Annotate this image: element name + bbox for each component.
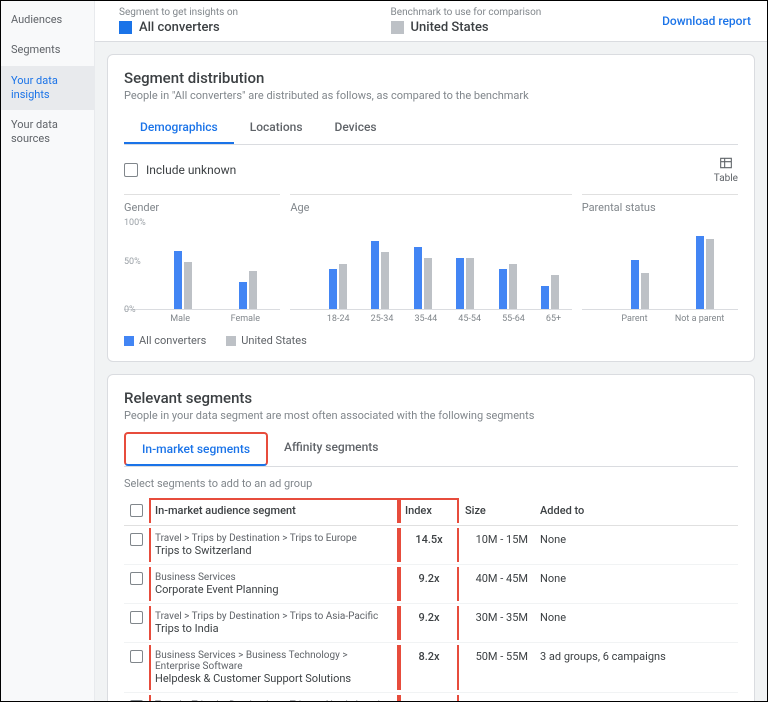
row-checkbox[interactable] bbox=[130, 572, 143, 585]
tab-in-market[interactable]: In-market segments bbox=[124, 432, 268, 466]
bar bbox=[641, 273, 649, 309]
sidebar: Audiences Segments Your data insights Yo… bbox=[1, 1, 95, 701]
bar bbox=[631, 260, 639, 309]
row-checkbox[interactable] bbox=[130, 611, 143, 624]
sidebar-item-sources[interactable]: Your data sources bbox=[1, 110, 94, 155]
bar bbox=[696, 236, 704, 309]
tab-affinity[interactable]: Affinity segments bbox=[268, 432, 394, 466]
bar bbox=[499, 269, 507, 309]
distribution-subtitle: People in "All converters" are distribut… bbox=[124, 89, 738, 102]
distribution-tabs: Demographics Locations Devices bbox=[124, 112, 738, 145]
bar bbox=[339, 264, 347, 309]
row-checkbox[interactable] bbox=[130, 533, 143, 546]
chart-parental-status: Parental statusParentNot a parent bbox=[582, 194, 738, 324]
benchmark-swatch bbox=[391, 21, 404, 34]
bar bbox=[509, 264, 517, 309]
bar bbox=[174, 251, 182, 309]
select-all-checkbox[interactable] bbox=[130, 504, 143, 517]
benchmark-label: Benchmark to use for comparison bbox=[391, 7, 663, 18]
bar bbox=[249, 271, 257, 309]
topbar: Segment to get insights on All converter… bbox=[95, 1, 767, 42]
sidebar-item-insights[interactable]: Your data insights bbox=[1, 66, 94, 111]
bar bbox=[329, 269, 337, 309]
bar bbox=[184, 262, 192, 309]
tab-locations[interactable]: Locations bbox=[234, 112, 319, 144]
col-size: Size bbox=[459, 496, 534, 526]
distribution-title: Segment distribution bbox=[124, 69, 738, 87]
bar bbox=[466, 258, 474, 309]
bar bbox=[456, 258, 464, 309]
sidebar-item-audiences[interactable]: Audiences bbox=[1, 5, 94, 35]
chart-age: Age18-2425-3435-4445-5455-6465+ bbox=[290, 194, 571, 324]
sidebar-item-segments[interactable]: Segments bbox=[1, 35, 94, 65]
bar bbox=[551, 275, 559, 309]
table-row[interactable]: Travel > Trips by Destination > Trips to… bbox=[124, 526, 738, 565]
relevant-title: Relevant segments bbox=[124, 389, 738, 407]
segment-value[interactable]: All converters bbox=[139, 20, 220, 35]
row-checkbox[interactable] bbox=[130, 650, 143, 663]
include-unknown-checkbox[interactable]: Include unknown bbox=[124, 163, 236, 177]
bar bbox=[239, 282, 247, 309]
table-row[interactable]: Business Services > Business Technology … bbox=[124, 643, 738, 693]
table-icon bbox=[718, 155, 734, 171]
segments-table: In-market audience segment Index Size Ad… bbox=[124, 496, 738, 701]
segment-label: Segment to get insights on bbox=[119, 7, 391, 18]
chart-legend: All converters United States bbox=[124, 334, 738, 347]
table-row[interactable]: Travel > Trips by Destination > Trips to… bbox=[124, 693, 738, 702]
benchmark-value[interactable]: United States bbox=[411, 20, 489, 35]
bar bbox=[381, 252, 389, 309]
col-index: Index bbox=[405, 504, 432, 517]
tab-devices[interactable]: Devices bbox=[319, 112, 393, 144]
relevant-subtitle: People in your data segment are most oft… bbox=[124, 409, 738, 422]
bar bbox=[706, 239, 714, 309]
table-view-button[interactable]: Table bbox=[714, 155, 738, 184]
table-row[interactable]: Business ServicesCorporate Event Plannin… bbox=[124, 565, 738, 604]
relevant-segments-card: Relevant segments People in your data se… bbox=[107, 374, 755, 701]
distribution-card: Segment distribution People in "All conv… bbox=[107, 54, 755, 362]
select-segments-text: Select segments to add to an ad group bbox=[124, 477, 738, 490]
bar bbox=[541, 286, 549, 309]
col-added: Added to bbox=[534, 496, 738, 526]
bar bbox=[371, 241, 379, 309]
table-row[interactable]: Travel > Trips by Destination > Trips to… bbox=[124, 604, 738, 643]
segment-swatch bbox=[119, 21, 132, 34]
col-segment: In-market audience segment bbox=[155, 504, 296, 517]
tab-demographics[interactable]: Demographics bbox=[124, 112, 234, 144]
chart-gender: Gender0%MaleFemale bbox=[124, 194, 280, 324]
bar bbox=[414, 247, 422, 309]
download-report-link[interactable]: Download report bbox=[662, 14, 751, 28]
bar bbox=[424, 258, 432, 309]
row-checkbox[interactable] bbox=[130, 700, 143, 701]
